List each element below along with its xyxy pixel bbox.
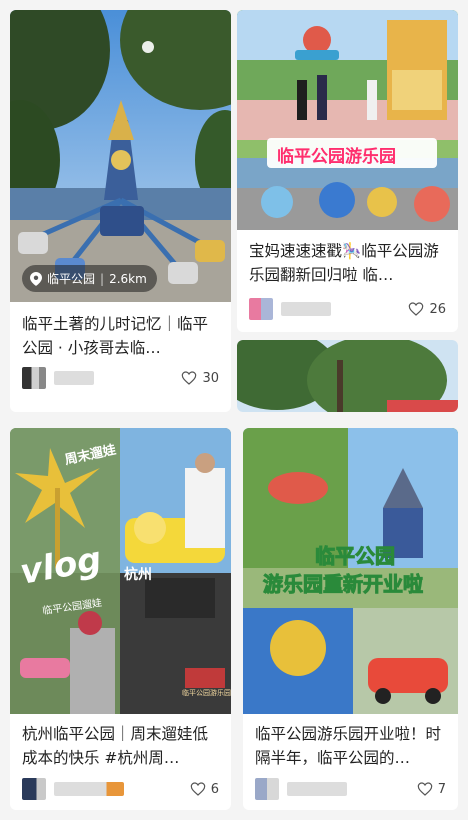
card-cover-image[interactable]: 临平公园 | 2.6km (10, 10, 231, 302)
avatar[interactable] (22, 367, 46, 389)
avatar[interactable] (249, 298, 273, 320)
username-blurred[interactable] (281, 302, 331, 316)
avatar[interactable] (255, 778, 279, 800)
feed-card-1[interactable]: 临平公园 | 2.6km 临平土著的儿时记忆｜临平公园 · 小孩哥去临… 30 (10, 10, 231, 412)
like-count: 6 (210, 781, 219, 797)
feed-card-4[interactable]: 临平公园 游乐园重新开业啦 临平公园游乐园开业啦！时隔半年，临平公园的… 7 (243, 428, 458, 810)
card-cover-image[interactable]: 周末遛娃 vlog 临平公园遛娃 杭州 临平公园游乐园 (10, 428, 231, 714)
card-cover-image[interactable]: 临平公园 游乐园重新开业啦 (243, 428, 458, 714)
location-separator: | (100, 271, 105, 286)
location-name: 临平公园 (47, 272, 96, 286)
location-distance: 2.6km (109, 271, 147, 286)
feed-card-partial[interactable] (237, 340, 458, 412)
location-pin-icon (30, 271, 42, 286)
card-title[interactable]: 杭州临平公园｜周末遛娃低成本的快乐 #杭州周… (22, 722, 221, 770)
card-title[interactable]: 临平公园游乐园开业啦！时隔半年，临平公园的… (255, 722, 448, 770)
overlay-sign: 临平公园游乐园 (182, 689, 231, 697)
card-meta: 26 (249, 297, 446, 321)
card-meta: 6 (22, 777, 219, 801)
feed-card-3[interactable]: 周末遛娃 vlog 临平公园遛娃 杭州 临平公园游乐园 杭州临平公园｜周末遛娃低… (10, 428, 231, 810)
amusement-park-collage-photo (237, 10, 458, 230)
cover-overlay-title: 临平公园游乐园 (277, 147, 396, 167)
location-tag[interactable]: 临平公园 | 2.6km (22, 265, 157, 292)
heart-icon (182, 371, 197, 385)
like-count: 7 (437, 781, 446, 797)
card-title[interactable]: 临平土著的儿时记忆｜临平公园 · 小孩哥去临… (22, 312, 221, 360)
overlay-line1: 临平公园 (315, 544, 396, 569)
like-button[interactable]: 30 (181, 370, 219, 386)
avatar[interactable] (22, 778, 46, 800)
username-blurred[interactable] (54, 782, 124, 796)
like-count: 26 (429, 301, 446, 317)
card-cover-image[interactable]: 临平公园游乐园 (237, 10, 458, 230)
overlay-city: 杭州 (124, 567, 152, 583)
like-button[interactable]: 26 (408, 301, 446, 317)
card-title[interactable]: 宝妈速速速戳🎠临平公园游乐园翻新回归啦 临… (249, 239, 448, 287)
park-trees-photo (237, 340, 458, 412)
heart-icon (190, 782, 205, 796)
like-button[interactable]: 7 (417, 781, 446, 797)
heart-icon (417, 782, 432, 796)
card-meta: 30 (22, 366, 219, 390)
heart-icon (409, 302, 424, 316)
overlay-line2: 游乐园重新开业啦 (263, 572, 424, 597)
feed-card-2[interactable]: 临平公园游乐园 宝妈速速速戳🎠临平公园游乐园翻新回归啦 临… 26 (237, 10, 458, 332)
card-meta: 7 (255, 777, 446, 801)
like-button[interactable]: 6 (190, 781, 219, 797)
like-count: 30 (202, 370, 219, 386)
amusement-ride-photo (10, 10, 231, 302)
username-blurred[interactable] (54, 371, 94, 385)
username-blurred[interactable] (287, 782, 347, 796)
